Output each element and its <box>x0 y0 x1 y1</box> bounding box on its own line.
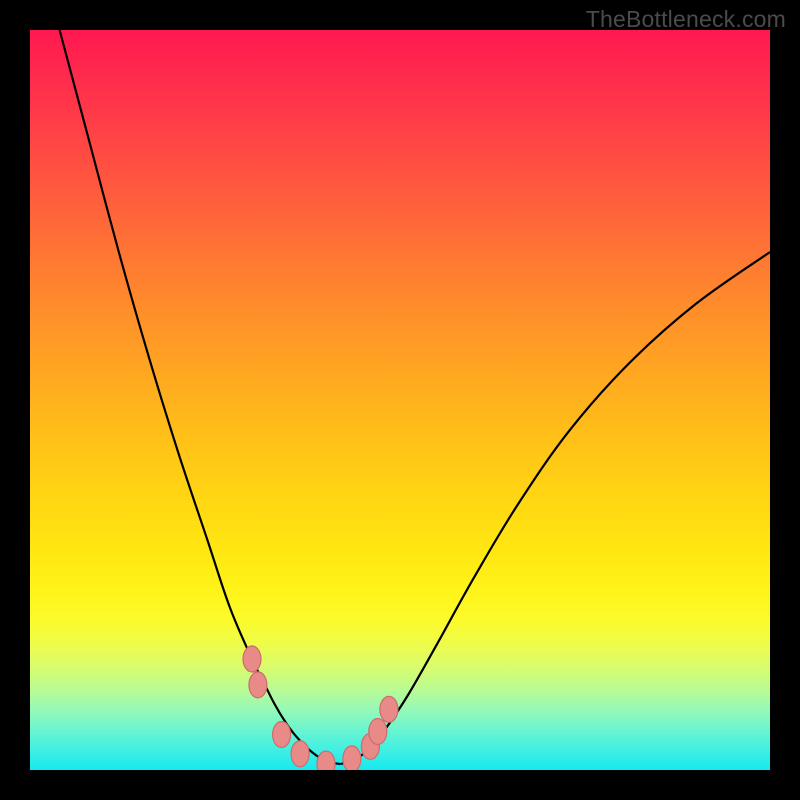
bead-marker <box>273 721 291 747</box>
brand-watermark: TheBottleneck.com <box>586 6 786 33</box>
plot-area <box>30 30 770 770</box>
bead-markers <box>243 646 398 770</box>
bead-marker <box>369 719 387 745</box>
bead-marker <box>243 646 261 672</box>
left-bottleneck-curve <box>60 30 341 764</box>
bead-marker <box>291 741 309 767</box>
bead-marker <box>343 746 361 770</box>
right-bottleneck-curve <box>341 252 770 764</box>
bead-marker <box>249 672 267 698</box>
bead-marker <box>380 696 398 722</box>
chart-svg <box>30 30 770 770</box>
bead-marker <box>317 751 335 770</box>
